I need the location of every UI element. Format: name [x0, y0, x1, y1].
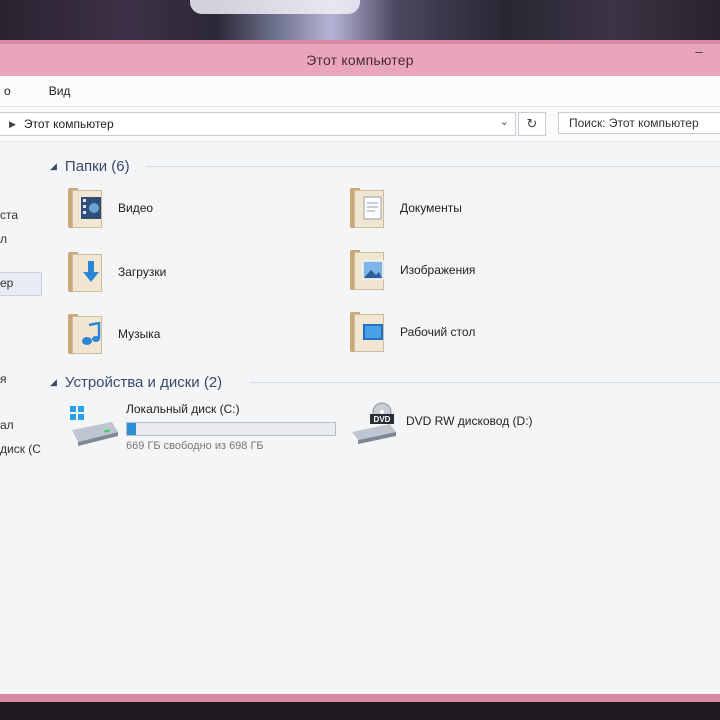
breadcrumb-this-pc[interactable]: Этот компьютер: [24, 117, 114, 131]
title-bar[interactable]: Этот компьютер –: [0, 44, 720, 76]
dvd-drive-icon: DVD: [348, 402, 402, 446]
menu-item-partial[interactable]: о: [0, 84, 21, 98]
downloads-folder-icon: [68, 252, 106, 292]
collapse-triangle-icon[interactable]: ◢: [50, 161, 57, 172]
folder-video[interactable]: Видео: [68, 188, 153, 228]
folder-music[interactable]: Музыка: [68, 314, 160, 354]
folders-header-label: Папки (6): [64, 158, 130, 175]
devices-group-header[interactable]: ◢ Устройства и диски (2): [50, 374, 222, 391]
folder-label: Загрузки: [118, 265, 167, 279]
drive-name: DVD RW дисковод (D:): [406, 414, 533, 428]
devices-header-label: Устройства и диски (2): [64, 374, 223, 391]
folder-label: Музыка: [118, 327, 161, 341]
screen-bezel: [0, 702, 720, 720]
folder-label: Изображения: [400, 263, 476, 277]
folder-label: Документы: [400, 201, 462, 215]
drive-usage-bar: [126, 422, 336, 436]
folder-downloads[interactable]: Загрузки: [68, 252, 166, 292]
window-title: Этот компьютер: [306, 52, 414, 68]
drive-local-c[interactable]: Локальный диск (C:) 669 ГБ свободно из 6…: [68, 402, 336, 452]
folders-group-header[interactable]: ◢ Папки (6): [50, 158, 130, 175]
group-divider: [146, 166, 720, 167]
nav-item-selected[interactable]: ер: [0, 276, 13, 290]
nav-item[interactable]: диск (С: [0, 442, 41, 456]
nav-item[interactable]: л: [0, 232, 7, 246]
group-divider: [250, 382, 720, 383]
address-row: ▶ Этот компьютер ⌄ ↻ Поиск: Этот компьют…: [0, 107, 720, 142]
nav-item[interactable]: я: [0, 372, 7, 386]
refresh-icon: ↻: [526, 116, 538, 131]
folder-label: Рабочий стол: [400, 325, 476, 339]
nav-item[interactable]: ста: [0, 208, 18, 222]
pictures-folder-icon: [350, 250, 388, 290]
menu-bar: о Вид: [0, 76, 720, 107]
search-input[interactable]: Поиск: Этот компьютер: [558, 112, 720, 134]
hard-drive-icon: [68, 402, 122, 446]
documents-folder-icon: [350, 188, 388, 228]
nav-item[interactable]: ал: [0, 418, 14, 432]
drive-name: Локальный диск (C:): [126, 402, 240, 416]
minimize-button[interactable]: –: [692, 44, 706, 58]
refresh-button[interactable]: ↻: [518, 112, 546, 136]
drive-usage-fill: [127, 423, 136, 435]
desktop-folder-icon: [350, 312, 388, 352]
chevron-down-icon[interactable]: ⌄: [500, 115, 509, 128]
folder-pictures[interactable]: Изображения: [350, 250, 475, 290]
navigation-pane: ста л ер я ал диск (С: [0, 130, 44, 670]
drive-dvd-d[interactable]: DVD DVD RW дисковод (D:): [348, 402, 533, 446]
folder-desktop[interactable]: Рабочий стол: [350, 312, 475, 352]
window-bottom-border: [0, 694, 720, 702]
address-bar[interactable]: ▶ Этот компьютер ⌄: [0, 112, 516, 136]
photo-backdrop: [0, 0, 720, 40]
music-folder-icon: [68, 314, 106, 354]
folder-documents[interactable]: Документы: [350, 188, 462, 228]
menu-item-view[interactable]: Вид: [39, 84, 81, 98]
breadcrumb-arrow-icon[interactable]: ▶: [9, 119, 16, 130]
content-pane: ◢ Папки (6) Видео Документы Загрузки Изо…: [46, 138, 720, 668]
dvd-badge-text: DVD: [374, 415, 391, 424]
video-folder-icon: [68, 188, 106, 228]
collapse-triangle-icon[interactable]: ◢: [50, 377, 57, 388]
drive-free-space: 669 ГБ свободно из 698 ГБ: [126, 440, 264, 452]
folder-label: Видео: [118, 201, 154, 215]
